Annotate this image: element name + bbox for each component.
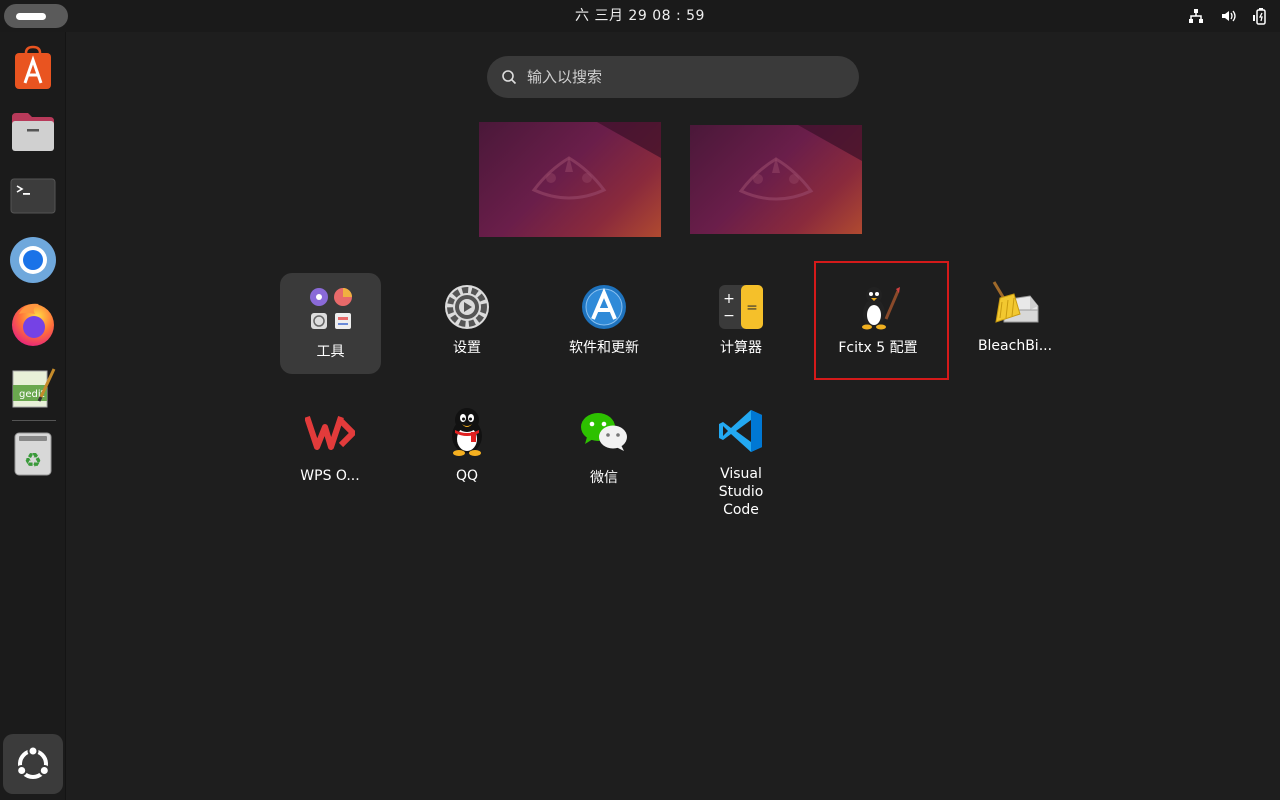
workspace-thumbnail-1[interactable]: [479, 122, 661, 237]
app-label: 计算器: [720, 340, 762, 356]
top-bar: 六 三月 29 08 : 59: [0, 0, 1280, 32]
volume-icon[interactable]: [1218, 6, 1238, 26]
bleachbit-icon: [989, 279, 1041, 331]
app-label: 设置: [453, 340, 481, 356]
clock[interactable]: 六 三月 29 08 : 59: [0, 0, 1280, 32]
folder-icon: [305, 283, 357, 335]
app-label: WPS O...: [300, 468, 360, 484]
app-center-icon[interactable]: [5, 40, 61, 96]
dock-separator: [12, 420, 56, 421]
wallpaper-crown-emblem: [531, 156, 607, 200]
firefox-icon[interactable]: [5, 296, 61, 352]
app-label: BleachBi...: [977, 338, 1053, 354]
app-label: Visual Studio Code: [718, 466, 764, 518]
svg-text:♻: ♻: [24, 448, 42, 472]
ubuntu-logo-icon: [16, 745, 50, 779]
search-bar[interactable]: [487, 56, 859, 98]
text-editor-icon[interactable]: gedit: [5, 360, 61, 416]
svg-text:+: +: [723, 291, 735, 307]
software-updater-icon: [578, 281, 630, 333]
app-qq[interactable]: QQ: [407, 393, 527, 503]
trash-icon[interactable]: ♻: [5, 426, 61, 482]
svg-text:=: =: [746, 300, 758, 316]
highlight-frame: [814, 261, 949, 380]
app-label: 软件和更新: [569, 340, 639, 356]
app-wechat[interactable]: 微信: [544, 393, 664, 503]
app-folder-tools[interactable]: 工具: [280, 273, 381, 374]
qq-penguin-icon: [441, 405, 493, 457]
app-settings[interactable]: 设置: [407, 269, 527, 379]
search-input[interactable]: [527, 56, 827, 98]
calculator-icon: + − =: [715, 281, 767, 333]
files-icon[interactable]: [5, 104, 61, 160]
wps-office-icon: [304, 405, 356, 457]
app-bleachbit[interactable]: BleachBi...: [955, 267, 1075, 377]
wechat-icon: [578, 405, 630, 457]
app-software-updates[interactable]: 软件和更新: [544, 269, 664, 379]
app-vscode[interactable]: Visual Studio Code: [681, 393, 801, 523]
app-label: 工具: [316, 344, 345, 360]
search-icon: [501, 69, 517, 89]
workspace-thumbnail-2[interactable]: [690, 125, 862, 234]
app-label: 微信: [590, 470, 618, 486]
svg-text:−: −: [723, 308, 735, 324]
app-label: QQ: [455, 468, 479, 484]
app-calculator[interactable]: + − = 计算器: [681, 269, 801, 379]
show-apps-button[interactable]: [3, 734, 63, 794]
system-tray[interactable]: [1186, 6, 1270, 26]
app-wps-office[interactable]: WPS O...: [270, 393, 390, 503]
network-icon[interactable]: [1186, 6, 1206, 26]
battery-icon[interactable]: [1250, 6, 1270, 26]
vscode-icon: [715, 405, 767, 457]
dock: gedit ♻: [0, 32, 66, 800]
terminal-icon[interactable]: [5, 168, 61, 224]
wallpaper-crown-emblem: [738, 157, 814, 201]
chromium-icon[interactable]: [5, 232, 61, 288]
gear-icon: [441, 281, 493, 333]
